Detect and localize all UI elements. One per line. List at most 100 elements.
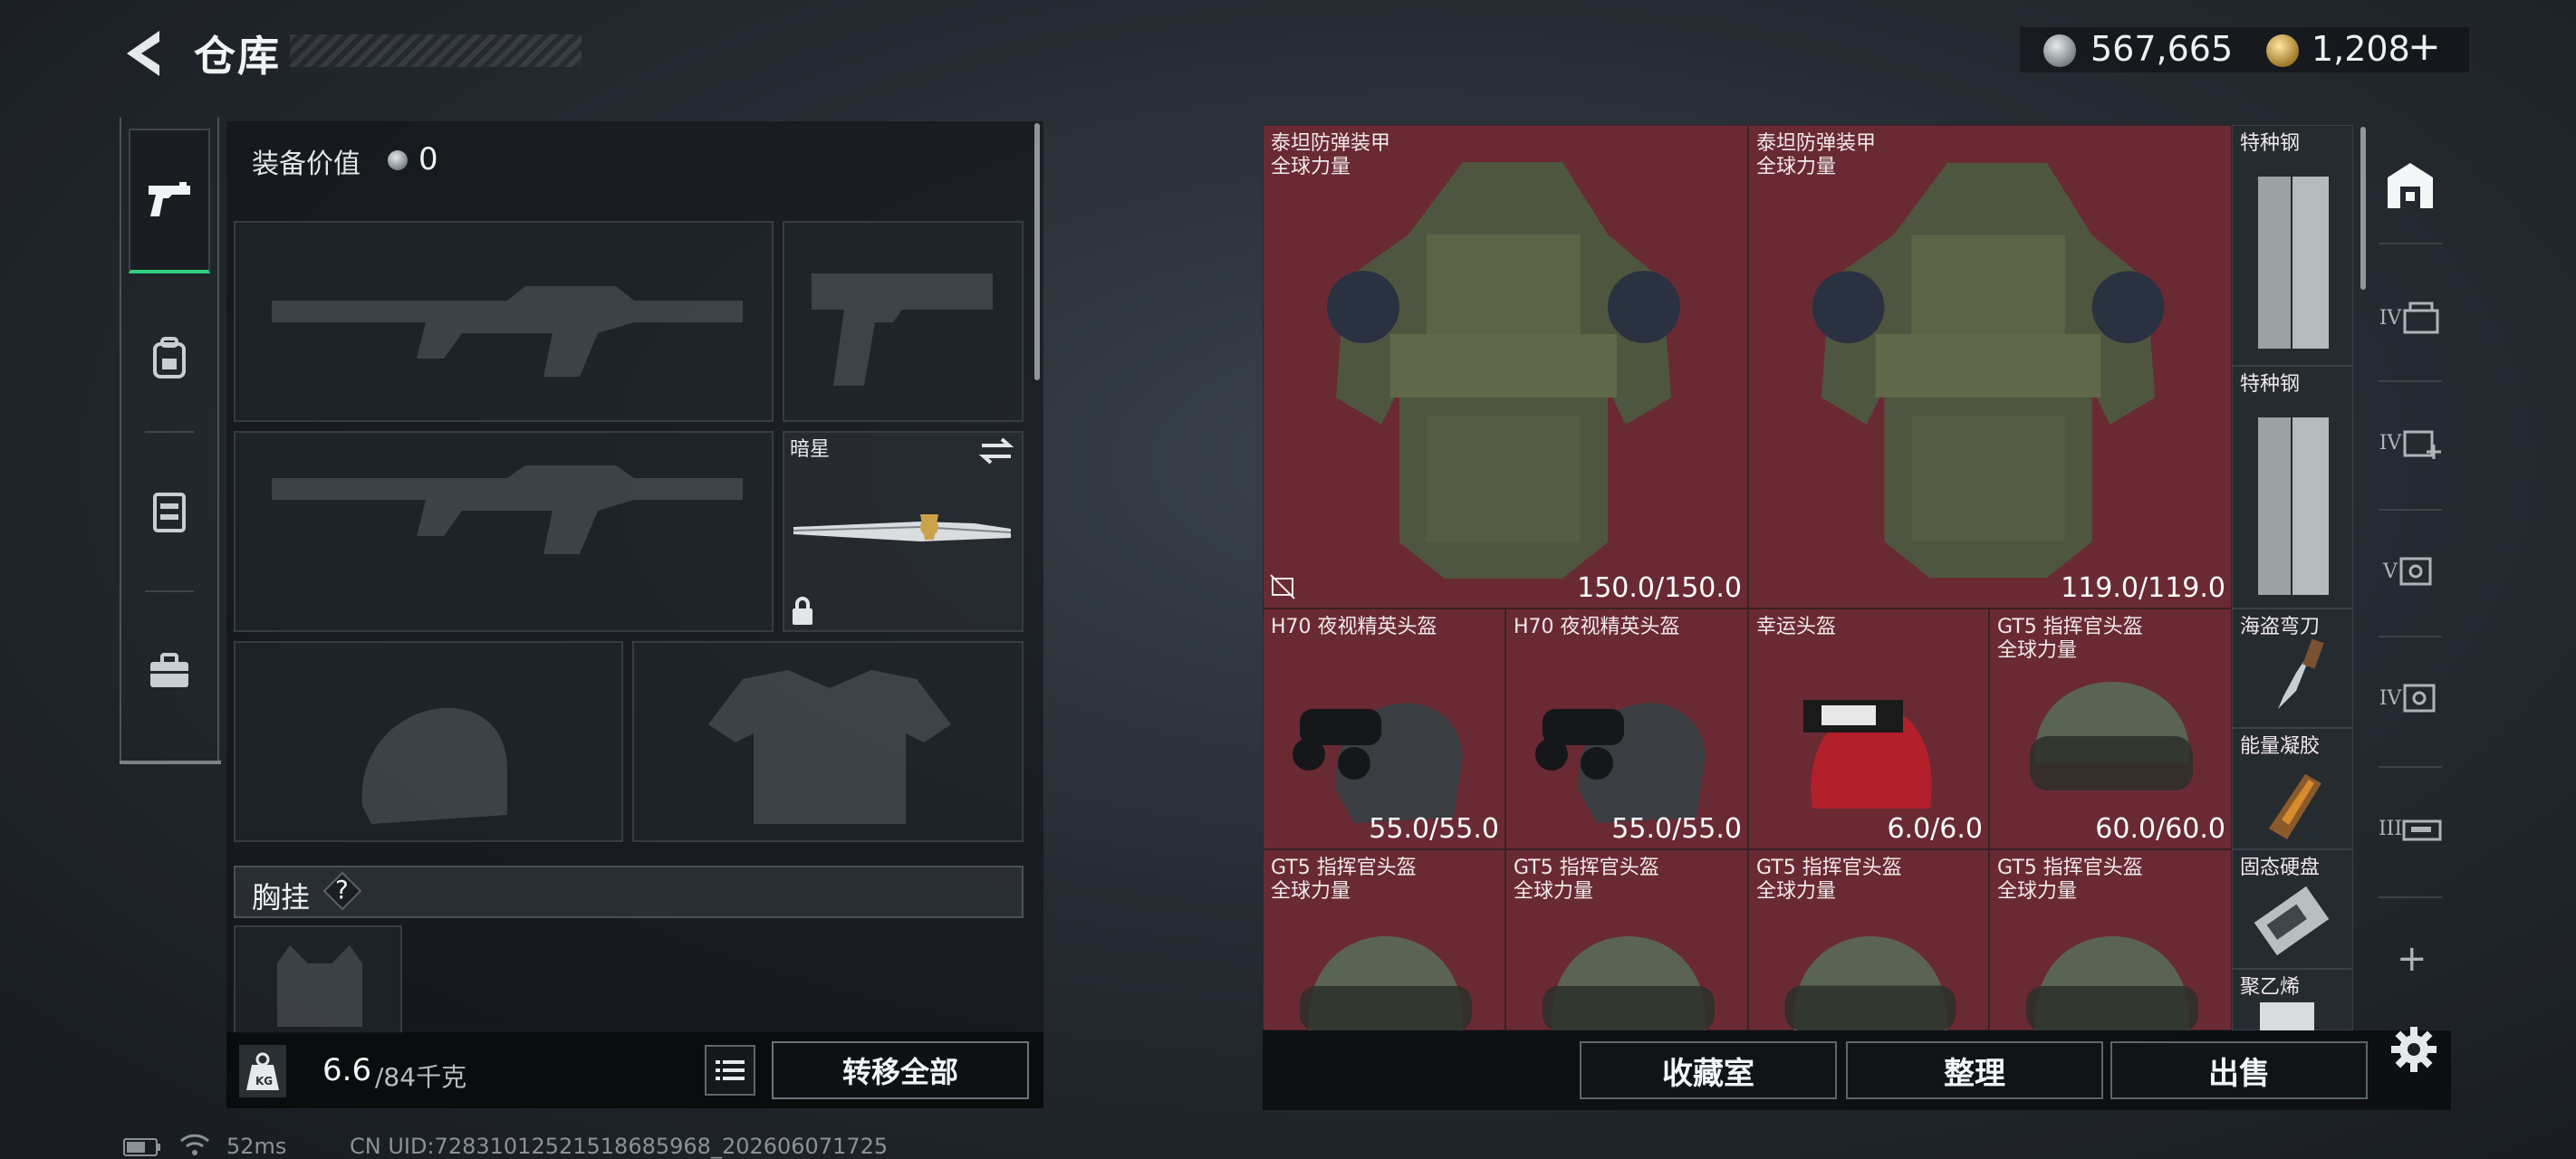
wifi-icon <box>179 1132 210 1157</box>
weight-max: /84千克 <box>375 1062 467 1092</box>
item-durability: 119.0/119.0 <box>2061 572 2225 604</box>
add-page-button[interactable]: + <box>2397 938 2427 980</box>
item-subtitle: 全球力量 <box>1271 156 1351 178</box>
gold-coin-icon <box>2266 34 2299 67</box>
helmet-slot[interactable] <box>234 641 623 842</box>
armor-slot[interactable] <box>632 641 1024 842</box>
stash-item-steel[interactable]: 特种钢 <box>2232 366 2353 608</box>
collection-room-button[interactable]: 收藏室 <box>1580 1041 1837 1099</box>
page-separator <box>2379 243 2442 244</box>
tab-case[interactable] <box>129 603 210 739</box>
transfer-all-button[interactable]: 转移全部 <box>772 1041 1029 1099</box>
item-name: 聚乙烯 <box>2240 976 2301 999</box>
ping-text: 52ms <box>226 1134 287 1159</box>
item-name: GT5 指挥官头盔 <box>1997 857 2143 879</box>
page-separator <box>2379 766 2442 768</box>
item-name: 海盗弯刀 <box>2240 616 2321 638</box>
add-gold-button[interactable]: + <box>2408 24 2441 70</box>
stash-item-helmet[interactable]: GT5 指挥官头盔 全球力量 60.0/60.0 <box>1989 608 2232 849</box>
weapon-case-icon <box>2402 819 2442 841</box>
tab-weapons[interactable] <box>129 129 210 273</box>
stash-item-helmet[interactable]: 幸运头盔 6.0/6.0 <box>1748 608 1989 849</box>
item-durability: 60.0/60.0 <box>2095 813 2225 845</box>
item-subtitle: 全球力量 <box>1997 639 2078 662</box>
medkit-icon <box>2403 430 2442 459</box>
stash-scrollbar[interactable] <box>2360 127 2366 290</box>
stash-item-armor[interactable]: 泰坦防弹装甲 全球力量 150.0/150.0 <box>1263 125 1748 608</box>
page-tier-label: IV <box>2379 686 2402 710</box>
page-separator <box>2379 380 2442 382</box>
stash-page-3[interactable]: IV <box>2373 393 2447 493</box>
page-separator <box>2379 509 2442 511</box>
rifle-silhouette-icon <box>272 465 743 554</box>
tab-backpack[interactable] <box>129 290 210 426</box>
stash-item-helmet[interactable]: GT5 指挥官头盔 全球力量 <box>1505 849 1748 1030</box>
weight-icon: KG <box>237 1043 288 1099</box>
page-tier-label: V <box>2383 560 2398 583</box>
help-mark: ? <box>335 875 349 905</box>
title-stripes <box>290 34 582 67</box>
chest-rig-label: 胸挂 <box>252 880 311 915</box>
body-armor-icon <box>1327 162 1680 579</box>
uid-text: CN UID:7283101252151868​5968_20260607172… <box>350 1134 889 1159</box>
stash-item-ssd[interactable]: 固态硬盘 <box>2232 849 2353 969</box>
gear-icon <box>2391 1027 2437 1072</box>
chest-rig-slot[interactable] <box>234 925 402 1034</box>
safe-icon <box>2403 684 2436 713</box>
sell-button[interactable]: 出售 <box>2110 1041 2368 1099</box>
stash-item-helmet[interactable]: H70 夜视精英头盔 55.0/55.0 <box>1263 608 1505 849</box>
tab-separator <box>145 590 194 592</box>
pistol-icon <box>149 182 190 216</box>
page-separator <box>2379 896 2442 898</box>
stash-item-helmet[interactable]: H70 夜视精英头盔 55.0/55.0 <box>1505 608 1748 849</box>
backpack-icon <box>153 337 186 378</box>
stash-grid: 泰坦防弹装甲 全球力量 150.0/150.0 泰坦防弹装甲 全球力量 119.… <box>1263 125 2353 1030</box>
help-button[interactable]: ? <box>322 871 362 911</box>
stash-item-armor[interactable]: 泰坦防弹装甲 全球力量 119.0/119.0 <box>1748 125 2232 608</box>
tab-chest-rig[interactable] <box>129 444 210 580</box>
silver-coin-icon <box>388 150 408 170</box>
primary-weapon-slot[interactable] <box>234 221 774 422</box>
item-name: GT5 指挥官头盔 <box>1756 857 1902 879</box>
stash-page-2[interactable]: IV <box>2373 268 2447 368</box>
stash-item-helmet[interactable]: GT5 指挥官头盔 全球力量 <box>1263 849 1505 1030</box>
item-durability: 55.0/55.0 <box>1611 813 1742 845</box>
settings-button[interactable] <box>2388 1023 2440 1076</box>
stash-item-polyethylene[interactable]: 聚乙烯 <box>2232 969 2353 1030</box>
lock-icon <box>790 596 815 627</box>
stash-item-helmet[interactable]: GT5 指挥官头盔 全球力量 <box>1748 849 1989 1030</box>
rifle-silhouette-icon <box>272 286 743 377</box>
item-subtitle: 全球力量 <box>1514 880 1594 903</box>
item-name: 幸运头盔 <box>1756 616 1837 638</box>
loadout-scrollbar[interactable] <box>1034 123 1040 380</box>
warehouse-icon <box>2388 163 2433 208</box>
battery-icon <box>123 1137 161 1157</box>
back-arrow-icon <box>127 31 159 76</box>
stash-page-4[interactable]: V <box>2373 522 2447 621</box>
secondary-weapon-slot[interactable] <box>234 431 774 632</box>
item-name: GT5 指挥官头盔 <box>1271 857 1417 879</box>
page-tier-label: IV <box>2379 306 2402 330</box>
stash-page-main[interactable] <box>2373 136 2447 235</box>
sort-button[interactable]: 整理 <box>1846 1041 2103 1099</box>
item-subtitle: 全球力量 <box>1756 880 1837 903</box>
list-view-button[interactable] <box>705 1045 755 1096</box>
stash-page-6[interactable]: III <box>2373 779 2447 878</box>
list-icon <box>716 1060 745 1080</box>
pistol-slot[interactable] <box>783 221 1024 422</box>
item-name: 固态硬盘 <box>2240 857 2321 879</box>
tab-separator <box>145 431 194 433</box>
vest-icon <box>153 493 186 532</box>
item-name: GT5 指挥官头盔 <box>1514 857 1659 879</box>
stash-item-gel[interactable]: 能量凝胶 <box>2232 728 2353 849</box>
page-separator <box>2379 636 2442 637</box>
back-button[interactable] <box>118 25 168 81</box>
swap-icon[interactable] <box>978 436 1014 465</box>
stash-item-knife[interactable]: 海盗弯刀 <box>2232 608 2353 728</box>
steel-ingot-icon <box>2258 177 2329 349</box>
stash-page-5[interactable]: IV <box>2373 648 2447 748</box>
stash-item-steel[interactable]: 特种钢 <box>2232 125 2353 366</box>
weight-current: 6.6 <box>322 1052 372 1088</box>
stash-item-helmet[interactable]: GT5 指挥官头盔 全球力量 <box>1989 849 2232 1030</box>
page-tier-label: IV <box>2379 431 2402 455</box>
